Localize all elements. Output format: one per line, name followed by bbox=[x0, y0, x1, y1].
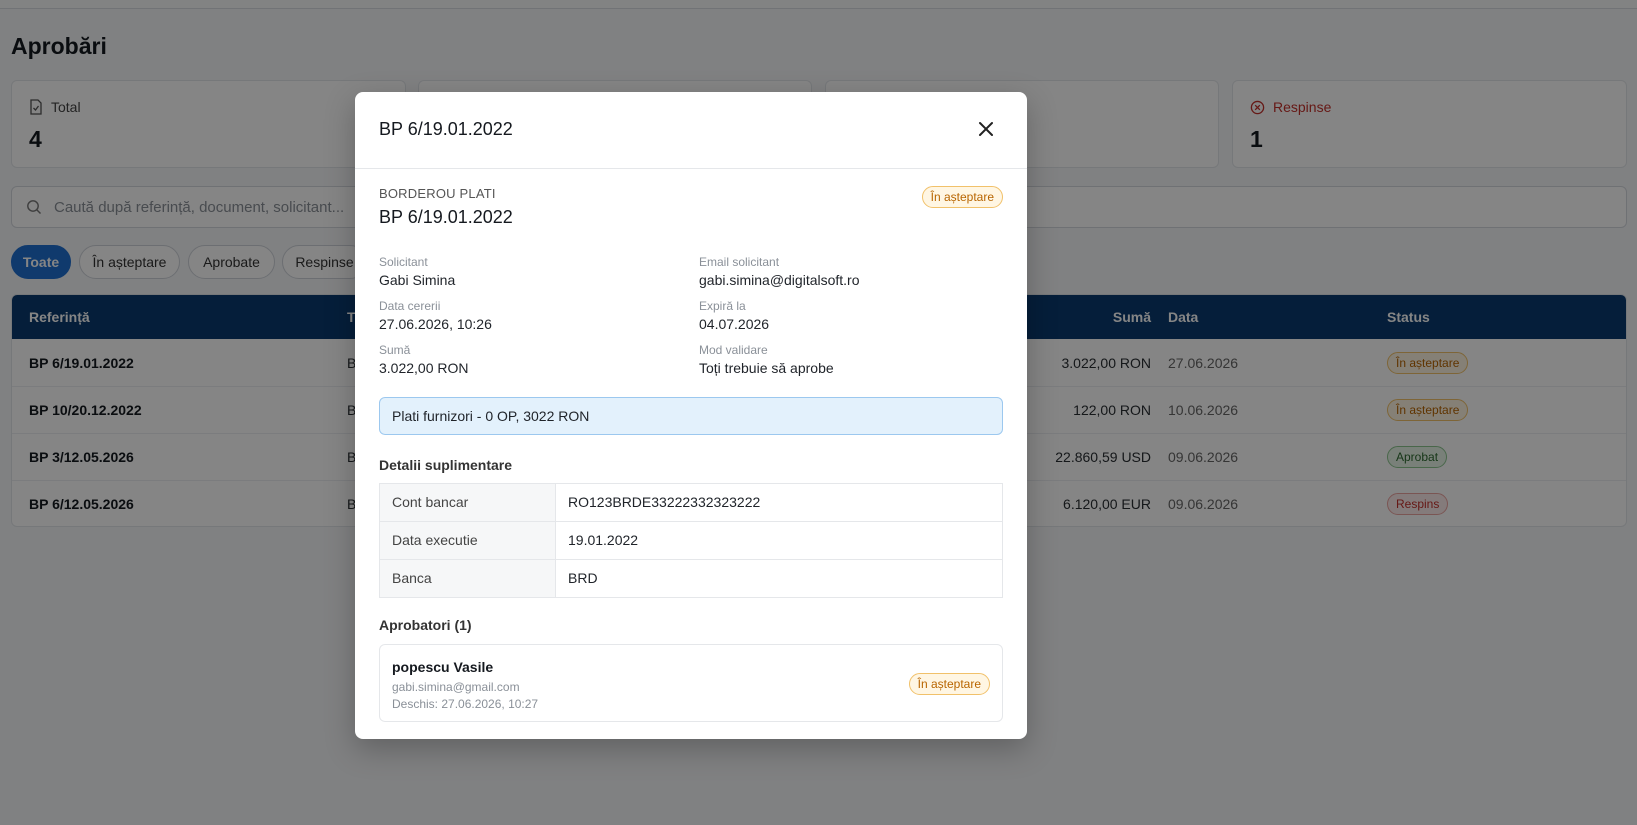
details-title: Detalii suplimentare bbox=[379, 457, 513, 473]
details-row: Data executie 19.01.2022 bbox=[380, 522, 1002, 560]
status-badge: În așteptare bbox=[908, 673, 990, 695]
details-value: BRD bbox=[568, 570, 598, 586]
email-label: Email solicitant bbox=[699, 255, 780, 269]
document-type: BORDEROU PLATI bbox=[379, 186, 496, 201]
request-date-value: 27.06.2026, 10:26 bbox=[379, 316, 492, 332]
modal-header: BP 6/19.01.2022 bbox=[355, 92, 1027, 169]
status-badge: În așteptare bbox=[921, 186, 1003, 208]
modal-title: BP 6/19.01.2022 bbox=[379, 119, 513, 139]
approval-details-modal: BP 6/19.01.2022 BORDEROU PLATI BP 6/19.0… bbox=[355, 92, 1027, 739]
validation-mode-label: Mod validare bbox=[699, 343, 768, 357]
request-date-label: Data cererii bbox=[379, 299, 441, 313]
summary-box: Plati furnizori - 0 OP, 3022 RON bbox=[379, 397, 1003, 435]
validation-mode-value: Toți trebuie să aprobe bbox=[699, 360, 834, 376]
details-key: Data executie bbox=[380, 522, 556, 559]
close-icon bbox=[979, 122, 993, 136]
requester-value: Gabi Simina bbox=[379, 272, 456, 288]
details-key: Cont bancar bbox=[380, 484, 556, 521]
expires-label: Expiră la bbox=[699, 299, 746, 313]
details-key: Banca bbox=[380, 560, 556, 597]
expires-value: 04.07.2026 bbox=[699, 316, 770, 332]
approver-name: popescu Vasile bbox=[392, 659, 494, 675]
approver-opened: Deschis: 27.06.2026, 10:27 bbox=[392, 697, 539, 711]
document-reference: BP 6/19.01.2022 bbox=[379, 207, 513, 227]
email-value: gabi.simina@digitalsoft.ro bbox=[699, 272, 860, 288]
details-table: Cont bancar RO123BRDE33222332323222 Data… bbox=[379, 483, 1003, 598]
approver-card: popescu Vasile gabi.simina@gmail.com Des… bbox=[379, 644, 1003, 722]
details-row: Banca BRD bbox=[380, 560, 1002, 597]
requester-label: Solicitant bbox=[379, 255, 428, 269]
approvers-title: Aprobatori (1) bbox=[379, 617, 472, 633]
amount-label: Sumă bbox=[379, 343, 411, 357]
close-button[interactable] bbox=[975, 118, 997, 140]
details-row: Cont bancar RO123BRDE33222332323222 bbox=[380, 484, 1002, 522]
approver-email: gabi.simina@gmail.com bbox=[392, 680, 520, 694]
amount-value: 3.022,00 RON bbox=[379, 360, 469, 376]
